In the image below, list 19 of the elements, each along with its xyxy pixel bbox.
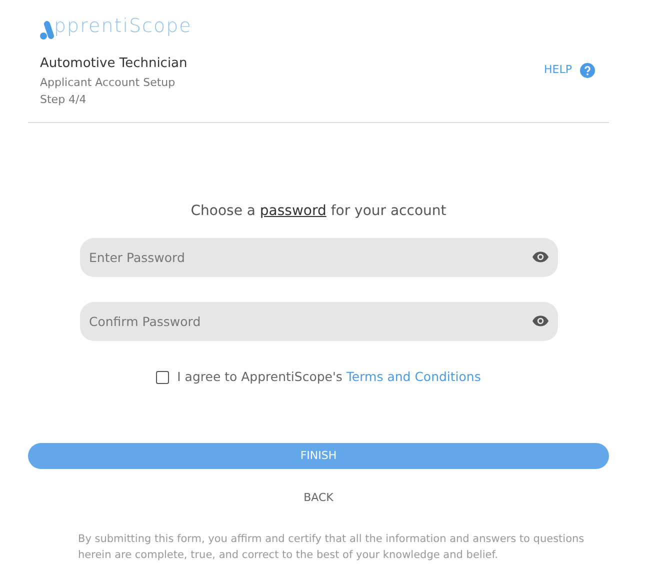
password-link[interactable]: password xyxy=(260,203,326,219)
password-field[interactable]: Confirm Password xyxy=(80,302,558,341)
agree-checkbox[interactable] xyxy=(156,370,170,384)
logo-text: pprentiScope xyxy=(54,14,192,38)
back-button[interactable]: BACK xyxy=(298,488,340,508)
agreement-text: I agree to ApprentiScope's Terms and Conditions xyxy=(177,368,481,386)
password-field[interactable]: Enter Password xyxy=(80,238,558,277)
prompt-text: Choose a password for your account xyxy=(190,202,448,221)
help-icon[interactable] xyxy=(580,62,595,78)
logo-icon xyxy=(40,20,54,40)
terms-link[interactable]: Terms and Conditions xyxy=(346,369,481,384)
page-subtitle: Applicant Account Setup xyxy=(40,74,176,90)
eye-icon[interactable] xyxy=(532,315,549,327)
step-indicator: Step 4/4 xyxy=(40,92,88,108)
page-title: Automotive Technician xyxy=(40,55,188,73)
help-link[interactable]: HELP xyxy=(544,62,572,78)
disclaimer-text: By submitting this form, you affirm and certify that all the information and answers to questions herein are complete, true, and correct to the best of your knowledge and belief. xyxy=(78,532,586,564)
finish-button[interactable]: FINISH xyxy=(28,442,609,469)
eye-icon[interactable] xyxy=(532,251,549,263)
